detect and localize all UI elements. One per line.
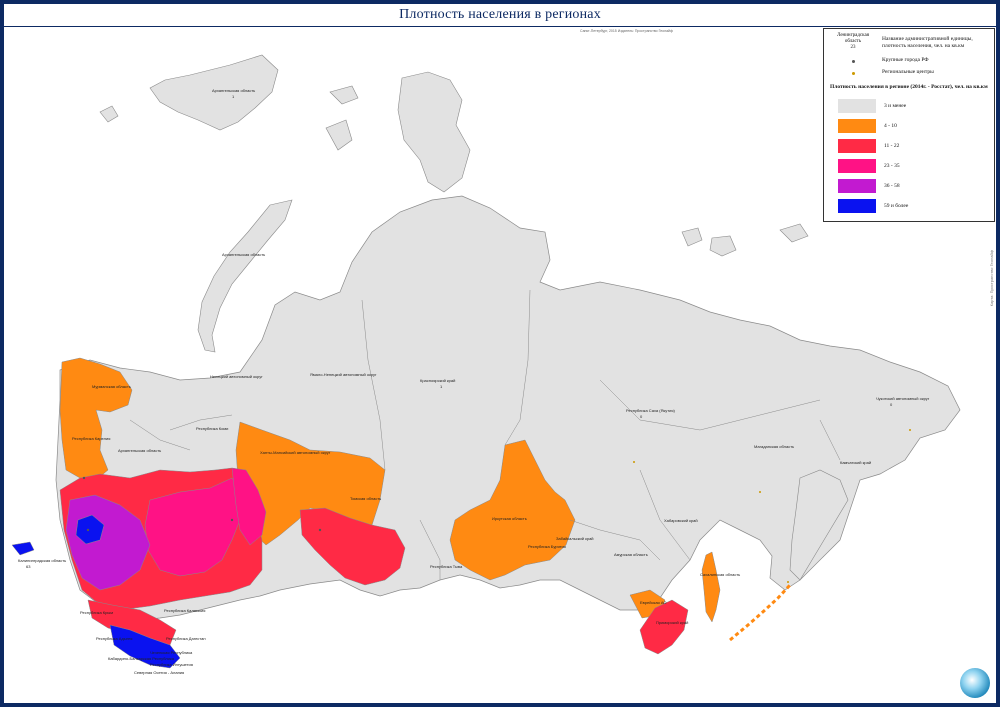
- label-chukotka: Чукотский автономный округ: [876, 396, 930, 401]
- label-buryatia: Республика Бурятия: [528, 544, 566, 549]
- label-kaliningrad-value: 63: [26, 564, 31, 569]
- city-moscow-dot: [86, 528, 90, 532]
- label-adygea: Республика Адыгея: [96, 636, 132, 641]
- legend-swatch-0: [838, 99, 876, 113]
- legend-sample-name: Ленинградская область 23: [836, 33, 869, 50]
- label-nenets: Ненецкий автономный округ: [210, 374, 263, 379]
- label-jewish: Еврейская АО: [640, 600, 667, 605]
- legend-swatch-2: [838, 139, 876, 153]
- legend-class-label-3: 23 - 35: [884, 163, 900, 169]
- center-anadyr-dot: [909, 429, 911, 431]
- label-novaya-zemlya: Архангельская область: [222, 252, 265, 257]
- kurils-orange: [729, 583, 792, 642]
- center-yakutsk-dot: [633, 461, 635, 463]
- novosibirsk-islands: [681, 227, 703, 247]
- city-novosibirsk-dot: [318, 528, 322, 532]
- legend-swatch-1: [838, 119, 876, 133]
- label-magadan: Магаданская область: [754, 444, 794, 449]
- label-irkutsk: Иркутская область: [492, 516, 527, 521]
- label-kamchatka: Камчатский край: [840, 460, 871, 465]
- label-chechnya: Чеченская Республика: [150, 650, 193, 655]
- label-kalmykia: Республика Калмыкия: [164, 608, 205, 613]
- franz-josef-small-1: [99, 105, 119, 123]
- label-yamal: Ямало-Ненецкий автономный округ: [310, 372, 377, 377]
- center-magadan-dot: [759, 491, 761, 493]
- label-zabaikal: Забайкальский край: [556, 536, 594, 541]
- legend-class-label-2: 11 - 22: [884, 143, 900, 149]
- label-komi: Республика Коми: [196, 426, 228, 431]
- label-crimea: Республика Крым: [80, 610, 113, 615]
- franz-josef-small-2: [329, 85, 359, 105]
- legend-class-label-4: 36 - 58: [884, 183, 900, 189]
- label-tomsk: Томская область: [350, 496, 381, 501]
- label-murmansk: Мурманская область: [92, 384, 131, 389]
- legend-sample-desc: Название административной единицы, плотн…: [882, 36, 973, 49]
- label-ingushetia: Республика Ингушетия: [150, 662, 193, 667]
- novosibirsk-islands-2: [709, 235, 737, 257]
- label-north-ossetia: Северная Осетия - Алания: [134, 670, 184, 675]
- city-ekaterinburg-dot: [230, 518, 234, 522]
- label-sakhalin: Сахалинская область: [700, 572, 740, 577]
- label-yakutia: Республика Саха (Якутия): [626, 408, 675, 413]
- label-amur: Амурская область: [614, 552, 648, 557]
- legend-class-label-0: 3 и менее: [884, 103, 907, 109]
- label-kbr: Кабардино-Балкарская Республика: [108, 656, 175, 661]
- severnaya-zemlya: [397, 71, 471, 193]
- label-krasnoyarsk: Красноярский край: [420, 378, 455, 383]
- legend: Ленинградская область 23 Название админи…: [823, 28, 995, 222]
- center-petropavlovsk-dot: [787, 581, 789, 583]
- label-khabarovsk: Хабаровский край: [664, 518, 698, 523]
- label-karelia: Республика Карелия: [72, 436, 110, 441]
- label-khmao: Ханты-Мансийский автономный округ: [260, 450, 331, 455]
- label-arkhangelsk: Архангельская область: [118, 448, 161, 453]
- legend-swatch-4: [838, 179, 876, 193]
- publisher-logo: [960, 668, 990, 698]
- legend-center-dot: [852, 72, 855, 75]
- legend-class-label-5: 59 и более: [884, 203, 909, 209]
- legend-swatch-3: [838, 159, 876, 173]
- legend-centers-label: Региональные центры: [882, 69, 934, 75]
- legend-swatch-5: [838, 199, 876, 213]
- legend-class-label-1: 4 - 10: [884, 123, 897, 129]
- legend-density-title: Плотность населения в регионе (2014г. - …: [830, 84, 988, 90]
- label-dagestan: Республика Дагестан: [166, 636, 206, 641]
- legend-cities-label: Крупные города РФ: [882, 57, 929, 63]
- city-spb-dot: [82, 476, 86, 480]
- kaliningrad-blue: [11, 541, 35, 556]
- label-arkhangelsk-islands: Архангельская область: [212, 88, 255, 93]
- sakhalin-orange: [701, 551, 721, 623]
- label-kaliningrad: Калининградская область: [18, 558, 66, 563]
- label-primorye: Приморский край: [656, 620, 688, 625]
- label-tyva: Республика Тыва: [430, 564, 463, 569]
- wrangel-island: [779, 223, 809, 243]
- severnaya-zemlya-2: [325, 119, 353, 151]
- legend-city-dot: [852, 60, 855, 63]
